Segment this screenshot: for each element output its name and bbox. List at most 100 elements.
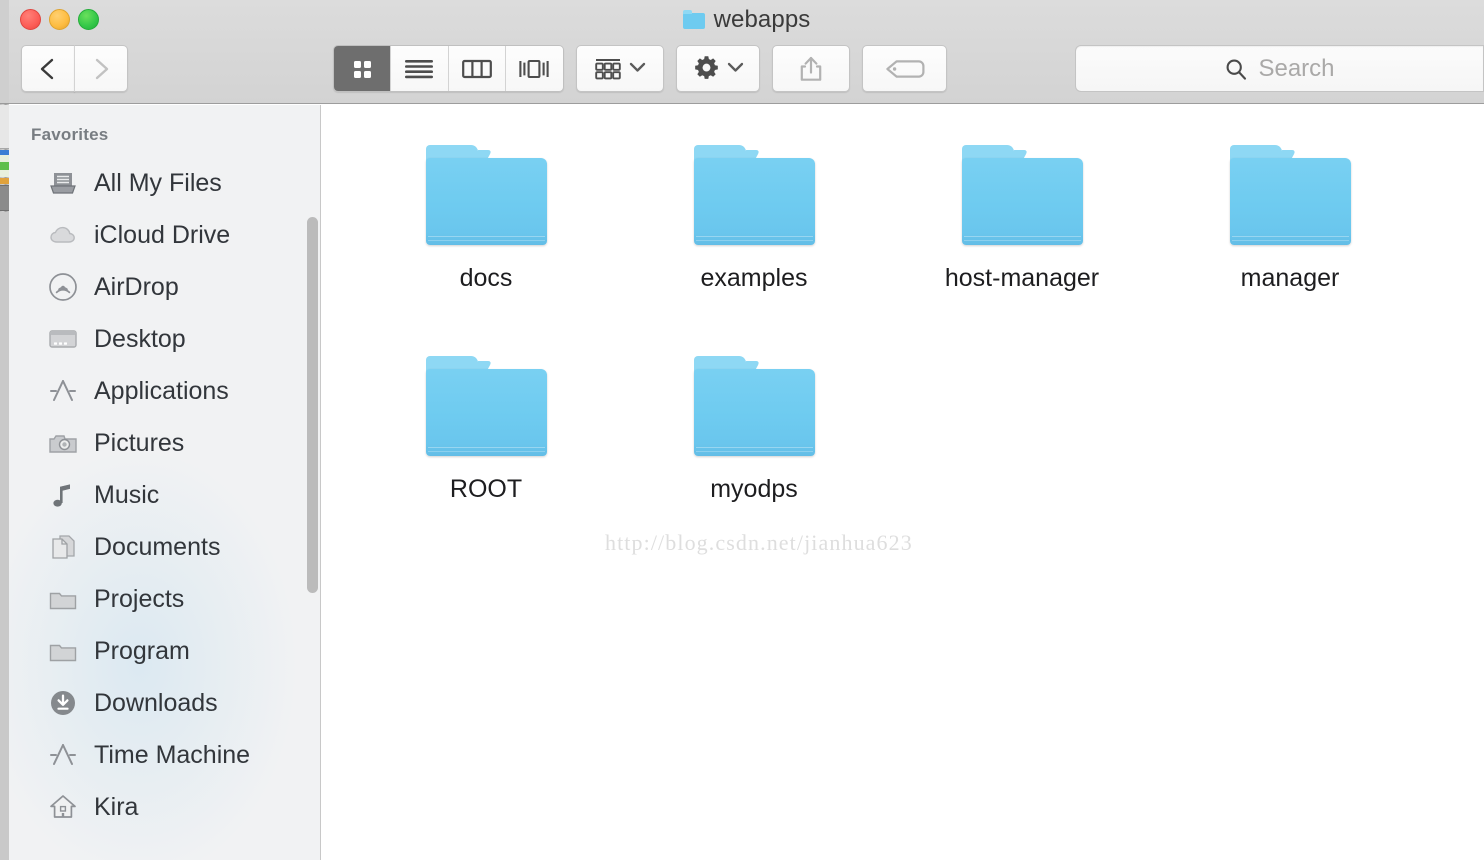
window-title-bar: webapps — [9, 0, 1484, 40]
music-note-icon — [47, 480, 79, 510]
toolbar-controls: Search — [9, 45, 1484, 92]
file-item[interactable]: myodps — [620, 334, 888, 545]
bg-sliver-band — [0, 178, 9, 184]
back-button[interactable] — [21, 45, 75, 92]
home-icon — [47, 792, 79, 822]
sidebar-item-documents[interactable]: Documents — [9, 521, 321, 573]
sidebar-item-desktop[interactable]: Desktop — [9, 313, 321, 365]
file-item-label: ROOT — [449, 475, 523, 503]
file-item-label: examples — [700, 264, 808, 292]
camera-icon — [47, 428, 79, 458]
sidebar-item-label: Documents — [94, 532, 221, 561]
all-my-files-icon — [47, 168, 79, 198]
file-grid-area[interactable]: docs examples host-manager manager ROOT … — [322, 105, 1484, 860]
sidebar-item-applications[interactable]: Applications — [9, 365, 321, 417]
folder-icon — [682, 10, 705, 29]
columns-icon — [461, 59, 492, 78]
sidebar-item-label: Time Machine — [94, 740, 251, 769]
gear-icon — [694, 56, 718, 79]
chevron-down-icon — [629, 60, 646, 78]
view-mode-segmented-control — [333, 45, 564, 92]
folder-icon — [1229, 145, 1351, 245]
file-item-label: host-manager — [944, 264, 1100, 292]
airdrop-icon — [47, 272, 79, 302]
icon-view-button[interactable] — [334, 46, 392, 91]
sidebar-item-music[interactable]: Music — [9, 469, 321, 521]
sidebar-item-program[interactable]: Program — [9, 625, 321, 677]
column-view-button[interactable] — [448, 46, 506, 91]
sidebar-item-label: Projects — [94, 584, 185, 613]
sidebar-item-label: Downloads — [94, 688, 218, 717]
download-icon — [47, 688, 79, 718]
sidebar-item-label: Desktop — [94, 324, 186, 353]
search-icon — [1227, 59, 1247, 80]
applications-icon — [47, 740, 79, 770]
toolbar: webapps Search — [9, 0, 1484, 104]
share-button[interactable] — [772, 45, 850, 92]
sidebar-section-favorites: Favorites — [31, 125, 109, 144]
applications-icon — [47, 376, 79, 406]
folder-icon — [47, 636, 79, 666]
arrange-button[interactable] — [576, 45, 664, 92]
grid-icon — [354, 60, 372, 78]
list-icon — [405, 59, 434, 78]
file-item[interactable]: manager — [1156, 123, 1424, 334]
sidebar-item-icloud-drive[interactable]: iCloud Drive — [9, 209, 321, 261]
sidebar: Favorites All My Files iCloud Drive AirD… — [9, 105, 321, 860]
bg-sliver-band — [0, 0, 9, 104]
file-item[interactable]: ROOT — [352, 334, 620, 545]
sidebar-item-kira[interactable]: Kira — [9, 781, 321, 833]
coverflow-view-button[interactable] — [505, 46, 563, 91]
sidebar-item-label: Pictures — [94, 428, 185, 457]
bg-sliver-band — [0, 185, 9, 211]
file-item[interactable]: docs — [352, 123, 620, 334]
sidebar-item-label: Applications — [94, 376, 229, 405]
forward-button[interactable] — [74, 45, 128, 92]
file-item[interactable]: examples — [620, 123, 888, 334]
sidebar-list: All My Files iCloud Drive AirDrop Deskto… — [9, 157, 321, 833]
sidebar-item-airdrop[interactable]: AirDrop — [9, 261, 321, 313]
arrange-grid-icon — [595, 58, 621, 79]
chevron-left-icon — [40, 58, 54, 79]
tag-icon — [885, 59, 924, 78]
file-item[interactable]: host-manager — [888, 123, 1156, 334]
sidebar-item-downloads[interactable]: Downloads — [9, 677, 321, 729]
sidebar-item-label: iCloud Drive — [94, 220, 231, 249]
folder-icon — [425, 356, 547, 456]
desktop-icon — [47, 324, 79, 354]
bg-sliver-band — [0, 162, 9, 170]
documents-icon — [47, 532, 79, 562]
sidebar-item-pictures[interactable]: Pictures — [9, 417, 321, 469]
sidebar-item-label: Program — [94, 636, 190, 665]
search-input[interactable]: Search — [1075, 45, 1484, 92]
sidebar-item-projects[interactable]: Projects — [9, 573, 321, 625]
share-icon — [800, 56, 822, 81]
cloud-icon — [47, 220, 79, 250]
folder-icon — [47, 584, 79, 614]
bg-sliver-band — [0, 105, 9, 149]
file-grid: docs examples host-manager manager ROOT … — [322, 105, 1484, 545]
search-placeholder: Search — [1258, 54, 1335, 82]
sidebar-item-label: Music — [94, 480, 160, 509]
bg-sliver-band — [0, 212, 9, 860]
file-item-label: myodps — [710, 475, 798, 503]
action-menu-button[interactable] — [676, 45, 760, 92]
tags-button[interactable] — [862, 45, 947, 92]
background-window-sliver[interactable] — [0, 0, 9, 860]
chevron-right-icon — [95, 58, 109, 79]
page-title: webapps — [713, 6, 811, 33]
folder-icon — [961, 145, 1083, 245]
list-view-button[interactable] — [391, 46, 449, 91]
file-item-label: manager — [1240, 264, 1340, 292]
sidebar-item-time-machine[interactable]: Time Machine — [9, 729, 321, 781]
sidebar-item-label: All My Files — [94, 168, 222, 197]
folder-icon — [693, 356, 815, 456]
folder-icon — [425, 145, 547, 245]
sidebar-item-label: AirDrop — [94, 272, 179, 301]
chevron-down-icon — [727, 60, 744, 78]
finder-window: webapps Search Favorites All My Files iC… — [9, 0, 1484, 860]
folder-icon — [693, 145, 815, 245]
file-item-label: docs — [459, 264, 513, 292]
sidebar-item-all-my-files[interactable]: All My Files — [9, 157, 321, 209]
sidebar-scrollbar-thumb[interactable] — [307, 217, 318, 593]
